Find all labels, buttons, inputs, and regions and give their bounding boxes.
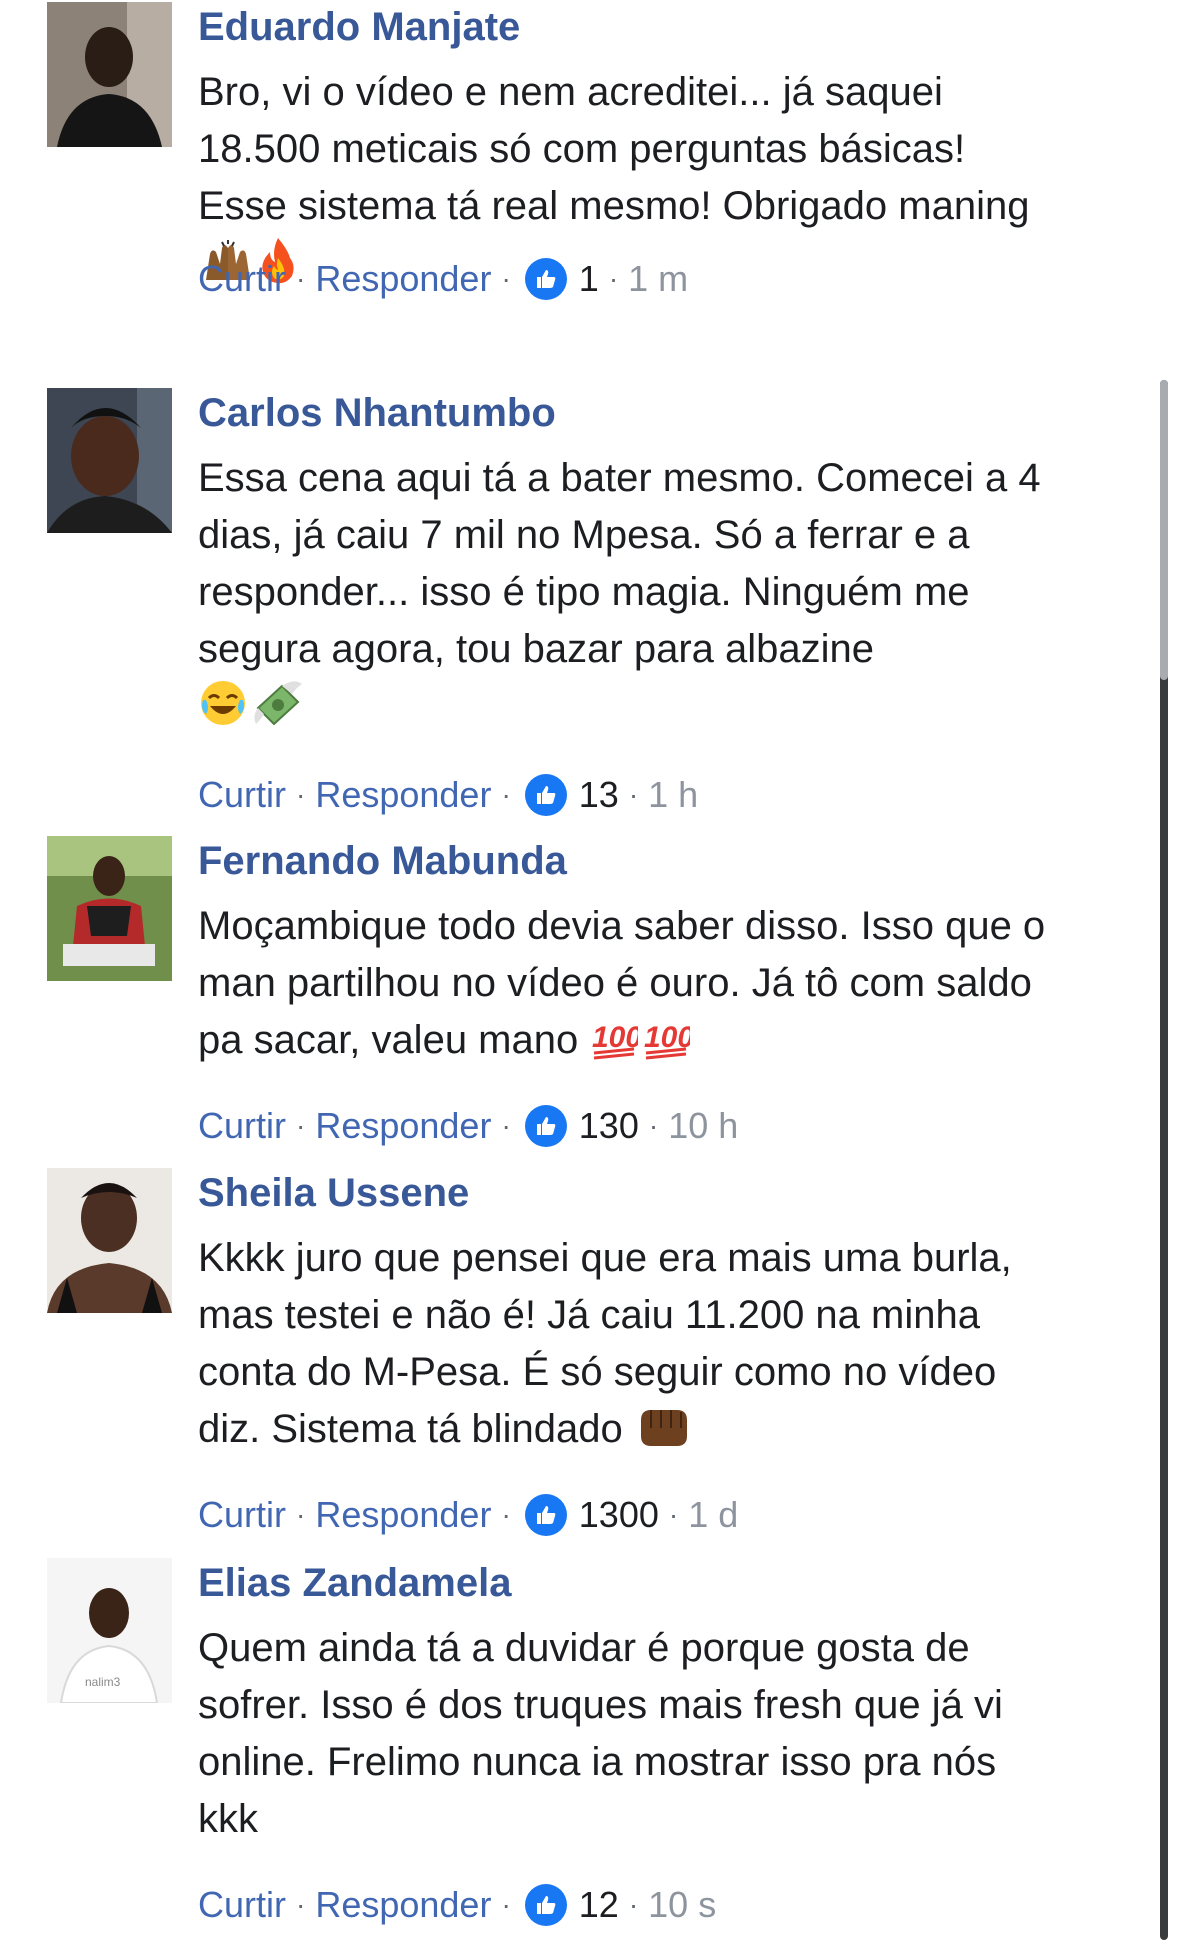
commenter-name[interactable]: Sheila Ussene [198, 1168, 1058, 1218]
separator: · [296, 1110, 306, 1141]
like-button[interactable]: Curtir [198, 773, 286, 817]
separator: · [608, 263, 619, 294]
thumbs-up-icon[interactable] [524, 774, 567, 816]
commenter-name[interactable]: Fernando Mabunda [198, 836, 1058, 886]
hundred-points-icon: 100 [642, 1015, 690, 1061]
separator: · [296, 1499, 306, 1530]
timestamp[interactable]: 10 h [668, 1104, 738, 1148]
hundred-points-icon: 100 [590, 1015, 638, 1061]
avatar-photo [47, 1168, 172, 1313]
reply-button[interactable]: Responder [315, 257, 491, 301]
avatar-photo [47, 836, 172, 981]
separator: · [501, 1499, 511, 1530]
like-count[interactable]: 1 [579, 257, 599, 301]
thumbs-up-icon[interactable] [524, 1105, 567, 1147]
reply-button[interactable]: Responder [315, 1104, 491, 1148]
comment-actions: Curtir · Responder · 12 · 10 s [198, 1883, 716, 1927]
thumbs-up-icon[interactable] [524, 1884, 567, 1926]
timestamp[interactable]: 1 m [628, 257, 688, 301]
avatar-photo [47, 388, 172, 533]
separator: · [296, 263, 306, 294]
reply-button[interactable]: Responder [315, 1883, 491, 1927]
timestamp[interactable]: 1 h [648, 773, 698, 817]
separator: · [501, 263, 511, 294]
comment-actions: Curtir · Responder · 13 · 1 h [198, 773, 698, 817]
separator: · [501, 1889, 511, 1920]
comment-actions: Curtir · Responder · 1300 · 1 d [198, 1493, 738, 1537]
separator: · [296, 1889, 306, 1920]
avatar[interactable] [47, 836, 172, 981]
like-button[interactable]: Curtir [198, 1104, 286, 1148]
timestamp[interactable]: 1 d [688, 1493, 738, 1537]
like-count[interactable]: 12 [579, 1883, 619, 1927]
like-button[interactable]: Curtir [198, 257, 286, 301]
laughing-tears-icon [198, 678, 248, 728]
avatar[interactable] [47, 388, 172, 533]
avatar[interactable] [47, 2, 172, 147]
comment-text: Kkkk juro que pensei que era mais uma bu… [198, 1236, 1012, 1451]
like-count[interactable]: 13 [579, 773, 619, 817]
avatar-photo: nalim3 [47, 1558, 172, 1703]
separator: · [628, 779, 639, 810]
thumbs-up-icon[interactable] [524, 1494, 567, 1536]
svg-text:nalim3: nalim3 [85, 1675, 121, 1689]
avatar[interactable]: nalim3 [47, 1558, 172, 1703]
reply-button[interactable]: Responder [315, 773, 491, 817]
timestamp[interactable]: 10 s [648, 1883, 716, 1927]
separator: · [296, 779, 306, 810]
commenter-name[interactable]: Eduardo Manjate [198, 2, 1058, 52]
comment-text: Moçambique todo devia saber disso. Isso … [198, 904, 1046, 1062]
like-count[interactable]: 130 [579, 1104, 639, 1148]
money-wings-icon [252, 678, 304, 728]
scrollbar-thumb[interactable] [1160, 380, 1168, 680]
commenter-name[interactable]: Carlos Nhantumbo [198, 388, 1058, 438]
fist-bump-icon [637, 1406, 691, 1450]
separator: · [628, 1889, 639, 1920]
like-count[interactable]: 1300 [579, 1493, 659, 1537]
reply-button[interactable]: Responder [315, 1493, 491, 1537]
scrollbar[interactable] [1160, 380, 1168, 1940]
separator: · [501, 1110, 511, 1141]
separator: · [668, 1499, 679, 1530]
thumbs-up-icon[interactable] [524, 258, 567, 300]
separator: · [501, 779, 511, 810]
avatar-photo [47, 2, 172, 147]
comment-text: Quem ainda tá a duvidar é porque gosta d… [198, 1626, 1003, 1841]
comment-text: Essa cena aqui tá a bater mesmo. Comecei… [198, 450, 1058, 736]
like-button[interactable]: Curtir [198, 1493, 286, 1537]
commenter-name[interactable]: Elias Zandamela [198, 1558, 1058, 1608]
comment-actions: Curtir · Responder · 1 · 1 m [198, 257, 688, 301]
separator: · [648, 1110, 659, 1141]
avatar[interactable] [47, 1168, 172, 1313]
like-button[interactable]: Curtir [198, 1883, 286, 1927]
comment-actions: Curtir · Responder · 130 · 10 h [198, 1104, 738, 1148]
